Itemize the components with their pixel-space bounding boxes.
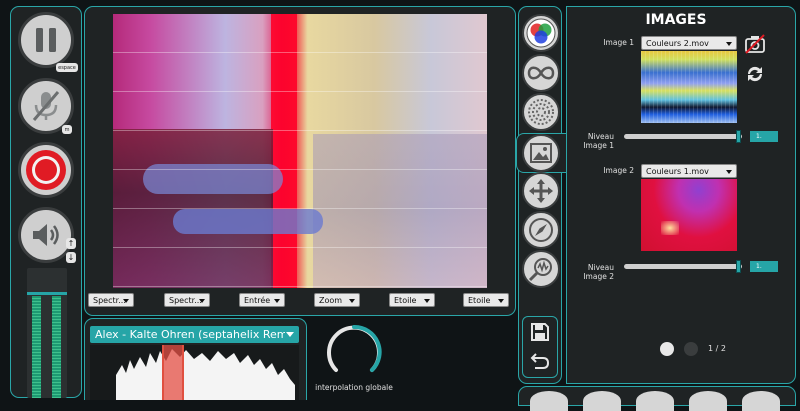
niveau1-value[interactable]: 1. [750,131,778,142]
spectro-dropdown-5[interactable]: Etoile [389,293,435,307]
spectro-grid [113,14,487,288]
image2-select[interactable]: Couleurs 1.mov [641,164,737,178]
pause-key-hint: espace [56,63,78,72]
speaker-icon [33,224,59,246]
compass-button[interactable] [522,211,560,249]
image-button[interactable] [522,134,560,172]
niveau2-value[interactable]: 1. [750,261,778,272]
image-icon [530,143,552,163]
niveau1-slider[interactable] [624,134,742,139]
page-indicator: 1 / 2 [708,344,726,353]
dot-sphere-icon [528,99,554,125]
waveform-shape [116,349,295,400]
volume-down-key[interactable]: ↓ [66,252,76,263]
spectro-dropdown-4[interactable]: Zoom [314,293,360,307]
niveau1-label: Niveau Image 1 [583,132,614,150]
refresh-button[interactable] [744,64,766,84]
playhead-region[interactable] [162,345,184,400]
image2-preview[interactable] [641,179,737,251]
spectro-dropdown-2[interactable]: Spectr... [164,293,210,307]
niveau1-slider-thumb[interactable] [736,130,742,143]
move-arrows-icon [529,179,553,203]
image1-select[interactable]: Couleurs 2.mov [641,36,737,50]
image2-preview-glow [661,221,679,235]
infinity-button[interactable] [522,54,560,92]
infinity-icon [527,66,555,80]
spectro-dropdown-6[interactable]: Etoile [463,293,509,307]
save-icon [531,323,549,341]
volume-up-key[interactable]: ↑ [66,238,76,249]
bottom-button-4[interactable] [689,391,727,411]
waveform[interactable] [90,345,299,400]
pause-icon [36,28,56,52]
volume-meter-left [32,296,41,398]
niveau2-slider[interactable] [624,264,742,269]
camera-off-icon [745,34,765,54]
images-title: IMAGES [645,12,707,28]
volume-meter-marker [27,292,67,295]
volume-meter-right [52,296,61,398]
camera-off-button[interactable] [744,34,766,54]
volume-meter[interactable] [27,268,67,398]
mic-off-icon [32,91,60,121]
track-select-label: Alex - Kalte Ohren (septahelix Remi... [95,328,285,341]
record-button[interactable] [18,142,74,198]
bottom-button-3[interactable] [636,391,674,411]
rgb-button[interactable] [522,14,560,52]
interpolation-knob[interactable] [326,324,382,380]
image1-preview[interactable] [641,51,737,123]
page-dot-inactive[interactable] [684,342,698,356]
move-button[interactable] [522,172,560,210]
undo-icon [530,353,550,369]
pause-button[interactable] [18,12,74,68]
dots-button[interactable] [522,93,560,131]
undo-button[interactable] [530,350,550,370]
bottom-button-1[interactable] [530,391,568,411]
knob-ring [327,324,382,372]
compass-icon [529,218,553,242]
niveau2-slider-thumb[interactable] [736,260,742,273]
page-dot-active[interactable] [660,342,674,356]
spectro-canvas[interactable] [113,14,487,288]
track-select[interactable]: Alex - Kalte Ohren (septahelix Remi... [90,326,299,343]
mic-key-hint: m [62,125,72,134]
spectro-dropdown-1[interactable]: Spectr... [88,293,134,307]
image1-preview-lines [641,51,737,123]
bottom-button-2[interactable] [583,391,621,411]
image1-label: Image 1 [603,38,634,47]
record-icon [26,150,66,190]
chevron-down-icon [286,332,294,337]
wave-search-button[interactable] [522,250,560,288]
knob-label: interpolation globale [315,383,393,392]
save-button[interactable] [530,322,550,342]
refresh-icon [747,66,763,82]
niveau2-label: Niveau Image 2 [583,263,614,281]
rgb-circles-icon [526,18,556,48]
image2-label: Image 2 [603,166,634,175]
bottom-button-5[interactable] [742,391,780,411]
spectro-dropdown-3[interactable]: Entrée [239,293,285,307]
magnifier-wave-icon [528,258,552,282]
